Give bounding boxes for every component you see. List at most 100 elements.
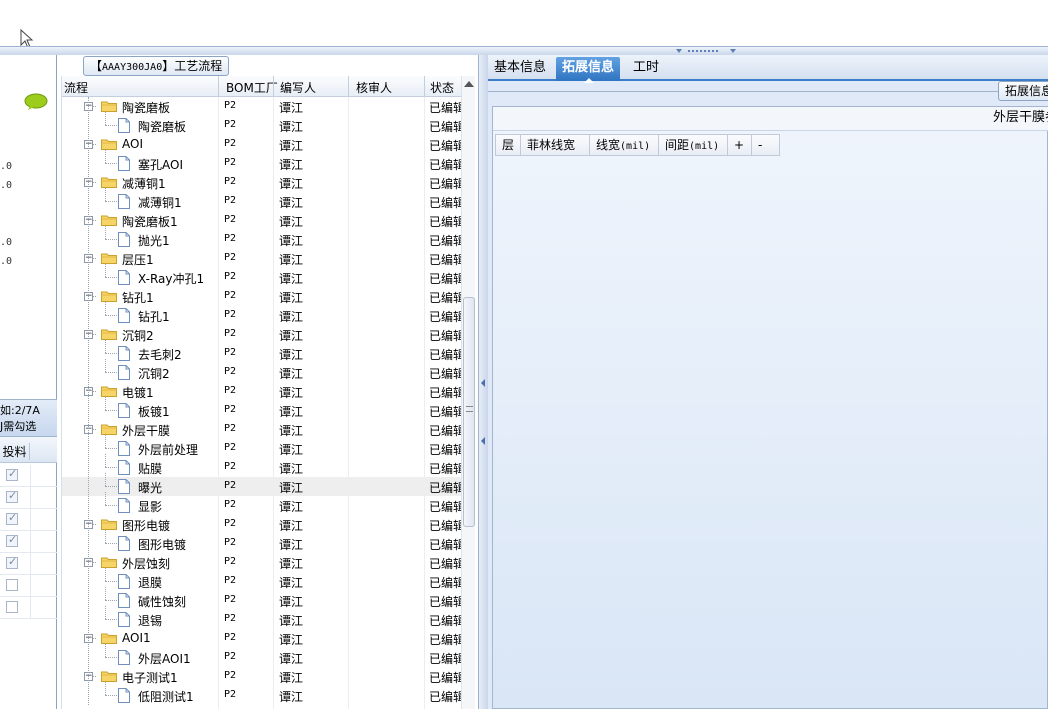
step-name: 外层前处理 (138, 443, 199, 457)
scrollbar-thumb[interactable] (463, 297, 475, 527)
section-title: 外层干膜参 (993, 110, 1048, 125)
document-icon (118, 688, 130, 703)
writer-cell: 谭江 (279, 348, 304, 362)
tree-step-row[interactable]: 显影 P2 谭江 已编辑 (62, 492, 461, 515)
chat-bubble-icon[interactable] (24, 93, 48, 111)
tree-step-row[interactable]: 塞孔AOI P2 谭江 已编辑 (62, 150, 461, 173)
status-cell: 已编辑 (429, 538, 461, 552)
status-cell: 已编辑 (429, 196, 461, 210)
tree-group-row[interactable]: −减薄铜1P2谭江已编辑 (62, 173, 461, 192)
bom-factory-cell: P2 (224, 575, 237, 586)
tree-step-row[interactable]: 抛光1 P2 谭江 已编辑 (62, 226, 461, 249)
step-name: 钻孔1 (122, 291, 154, 305)
step-name: AOI1 (122, 631, 151, 645)
feed-checkbox[interactable] (6, 601, 18, 613)
tree-step-row[interactable]: 去毛刺2 P2 谭江 已编辑 (62, 340, 461, 363)
feed-checkbox[interactable] (6, 579, 18, 591)
collapse-arrow-icon[interactable] (480, 378, 486, 388)
bom-factory-cell: P2 (224, 670, 237, 681)
column-header-line-width[interactable]: 线宽(mil) (590, 134, 660, 156)
feed-checkbox[interactable] (6, 489, 18, 503)
check-row (0, 465, 57, 487)
bom-factory-cell: P2 (224, 157, 237, 168)
folder-icon (101, 138, 117, 150)
detail-panel: 基本信息 拓展信息 工时 拓展信息 外层干膜参 层 菲林线宽 线宽(mil) 间… (488, 55, 1048, 709)
tree-group-row[interactable]: −沉铜2P2谭江已编辑 (62, 325, 461, 344)
tree-step-row[interactable]: 退锡 P2 谭江 已编辑 (62, 606, 461, 629)
tree-group-row[interactable]: −AOI1P2谭江已编辑 (62, 629, 461, 648)
tree-step-row[interactable]: 曝光 P2 谭江 已编辑 (62, 473, 461, 496)
bom-factory-cell: P2 (224, 119, 237, 130)
tree-group-row[interactable]: −AOIP2谭江已编辑 (62, 135, 461, 154)
tree-group-row[interactable]: −外层干膜P2谭江已编辑 (62, 420, 461, 439)
tree-step-row[interactable]: 退膜 P2 谭江 已编辑 (62, 568, 461, 591)
tree-step-row[interactable]: 钻孔1 P2 谭江 已编辑 (62, 302, 461, 325)
bom-factory-cell: P2 (224, 195, 237, 206)
column-header-reviewer[interactable]: 核审人 (356, 79, 392, 96)
tree-step-row[interactable]: X-Ray冲孔1 P2 谭江 已编辑 (62, 264, 461, 287)
bom-factory-cell: P2 (224, 366, 237, 377)
writer-cell: 谭江 (279, 215, 304, 229)
folder-icon (101, 670, 117, 682)
check-row (0, 553, 57, 575)
column-header-status[interactable]: 状态 (430, 79, 454, 96)
tree-step-row[interactable]: 外层前处理 P2 谭江 已编辑 (62, 435, 461, 458)
tree-step-row[interactable]: 陶瓷磨板 P2 谭江 已编辑 (62, 112, 461, 135)
vertical-scrollbar[interactable] (461, 76, 475, 709)
tree-group-row[interactable]: −钻孔1P2谭江已编辑 (62, 287, 461, 306)
column-header-film-width[interactable]: 菲林线宽 (521, 134, 591, 156)
remove-row-button[interactable]: - (752, 134, 781, 156)
tab-work-hours[interactable]: 工时 (627, 57, 665, 81)
tree-step-row[interactable]: 减薄铜1 P2 谭江 已编辑 (62, 188, 461, 211)
tab-extended-info[interactable]: 拓展信息 (556, 57, 621, 83)
tree-step-row[interactable]: 外层AOI1 P2 谭江 已编辑 (62, 644, 461, 667)
column-header-layer[interactable]: 层 (495, 134, 522, 156)
feed-checkbox[interactable] (6, 555, 18, 569)
document-icon (118, 441, 130, 456)
column-header-spacing[interactable]: 间距(mil) (659, 134, 729, 156)
tree-step-row[interactable]: 碱性蚀刻 P2 谭江 已编辑 (62, 587, 461, 610)
tree-step-row[interactable]: 低阻测试1 P2 谭江 已编辑 (62, 682, 461, 705)
bom-factory-cell: P2 (224, 100, 237, 111)
extended-info-button[interactable]: 拓展信息 (998, 81, 1048, 101)
document-icon (118, 118, 130, 133)
step-name: 图形电镀 (122, 519, 171, 533)
tree-group-row[interactable]: −外层蚀刻P2谭江已编辑 (62, 553, 461, 572)
tree-step-row[interactable]: 图形电镀 P2 谭江 已编辑 (62, 530, 461, 553)
status-cell: 已编辑 (429, 652, 461, 666)
tree-group-row[interactable]: −图形电镀P2谭江已编辑 (62, 515, 461, 534)
feed-checkbox[interactable] (6, 533, 18, 547)
feed-checkbox[interactable] (6, 467, 18, 481)
writer-cell: 谭江 (279, 196, 304, 210)
tree-group-row[interactable]: −层压1P2谭江已编辑 (62, 249, 461, 268)
tab-basic-info[interactable]: 基本信息 (488, 57, 552, 81)
tree-step-row[interactable]: 板镀1 P2 谭江 已编辑 (62, 397, 461, 420)
tree-step-row[interactable]: 沉铜2 P2 谭江 已编辑 (62, 359, 461, 382)
column-header-flow[interactable]: 流程 (64, 79, 88, 96)
collapse-arrow-icon[interactable] (480, 436, 486, 446)
tree-step-row[interactable]: 贴膜 P2 谭江 已编辑 (62, 454, 461, 477)
folder-icon (101, 556, 117, 568)
status-cell: 已编辑 (429, 291, 461, 305)
add-row-button[interactable]: + (728, 134, 753, 156)
tree-group-row[interactable]: −电子测试1P2谭江已编辑 (62, 667, 461, 686)
column-header-bom[interactable]: BOM工厂 (226, 79, 278, 96)
scroll-up-icon[interactable] (464, 81, 474, 87)
splitter-grip-icon[interactable] (676, 48, 736, 54)
bom-factory-cell: P2 (224, 594, 237, 605)
tree-group-row[interactable]: −电镀1P2谭江已编辑 (62, 382, 461, 401)
tree-group-row[interactable]: −陶瓷磨板1P2谭江已编辑 (62, 211, 461, 230)
status-cell: 已编辑 (429, 367, 461, 381)
writer-cell: 谭江 (279, 139, 304, 153)
step-name: 低阻测试1 (138, 690, 194, 704)
feed-checkbox[interactable] (6, 511, 18, 525)
status-cell: 已编辑 (429, 443, 461, 457)
writer-cell: 谭江 (279, 158, 304, 172)
horizontal-splitter[interactable] (0, 46, 1048, 55)
tree-group-row[interactable]: −陶瓷磨板P2谭江已编辑 (62, 97, 461, 116)
step-name: 退膜 (138, 576, 163, 590)
column-header-writer[interactable]: 编写人 (280, 79, 316, 96)
left-value: .0 (0, 180, 13, 191)
writer-cell: 谭江 (279, 576, 304, 590)
document-icon (118, 498, 130, 513)
